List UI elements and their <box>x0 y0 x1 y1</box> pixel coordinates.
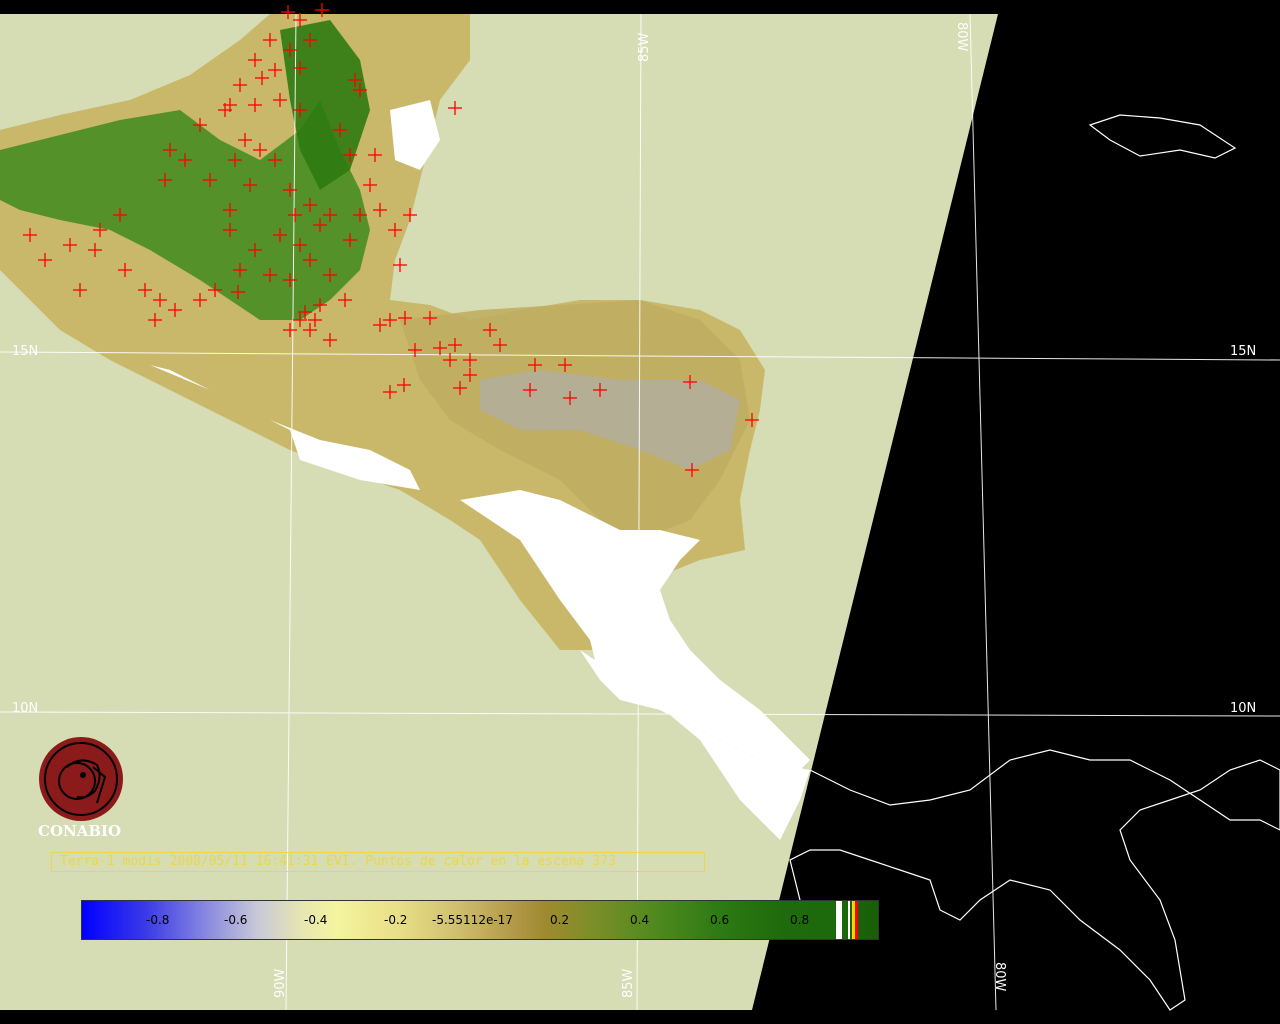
colorbar-tick: -0.6 <box>224 913 248 927</box>
colorbar-red-marker <box>855 901 858 939</box>
label-80w-bottom: 80W <box>992 962 1007 992</box>
colorbar-white-marker <box>848 901 850 939</box>
label-15n-right: 15N <box>1230 344 1256 359</box>
colorbar-tick: -0.2 <box>384 913 408 927</box>
conabio-logo-icon <box>39 737 123 821</box>
scene-caption: Terra-1 modis 2008/05/11 16:41:31 EVI. P… <box>51 852 705 872</box>
evi-colorbar: -0.8 -0.6 -0.4 -0.2 -5.55112e-17 0.2 0.4… <box>81 900 879 940</box>
colorbar-tick: 0.6 <box>710 913 730 927</box>
colorbar-white-marker <box>836 901 842 939</box>
label-10n-right: 10N <box>1230 701 1256 716</box>
label-10n-left: 10N <box>12 701 38 716</box>
label-85w-top: 85W <box>637 32 652 62</box>
label-15n-left: 15N <box>12 344 38 359</box>
colorbar-tick: -5.55112e-17 <box>432 913 513 927</box>
colorbar-tick: 0.4 <box>630 913 650 927</box>
colorbar-tick: 0.8 <box>790 913 810 927</box>
label-90w-bottom: 90W <box>273 968 288 998</box>
label-80w-top: 80W <box>954 22 969 52</box>
conabio-logo-text: CONABIO <box>38 822 122 840</box>
colorbar-tick: -0.4 <box>304 913 328 927</box>
colorbar-tick: -0.8 <box>146 913 170 927</box>
colorbar-tick: 0.2 <box>550 913 570 927</box>
label-85w-bottom: 85W <box>621 968 636 998</box>
